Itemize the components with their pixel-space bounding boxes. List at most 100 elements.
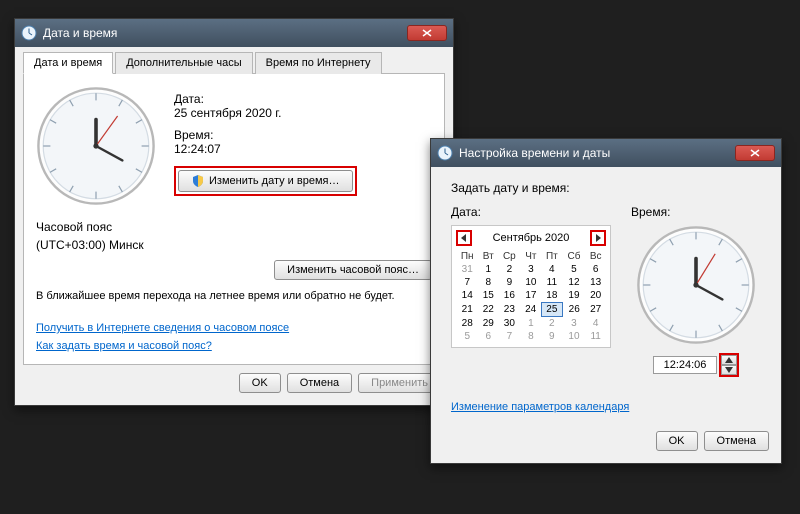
date-time-window: Дата и время Дата и время Дополнительные… [14, 18, 454, 406]
calendar-day[interactable]: 18 [541, 289, 562, 303]
prev-month-button[interactable] [456, 230, 472, 246]
ok-button[interactable]: OK [656, 431, 698, 451]
calendar-day[interactable]: 9 [541, 330, 562, 343]
link-calendar-settings[interactable]: Изменение параметров календаря [451, 401, 761, 413]
calendar-day[interactable]: 29 [478, 317, 498, 331]
calendar-dow: Вс [585, 250, 606, 263]
dst-note: В ближайшее время перехода на летнее вре… [36, 290, 432, 302]
calendar-day[interactable]: 13 [585, 276, 606, 289]
analog-clock [636, 225, 756, 345]
link-howto[interactable]: Как задать время и часовой пояс? [36, 340, 432, 352]
time-label: Время: [174, 128, 432, 142]
time-label: Время: [631, 205, 670, 219]
calendar-day[interactable]: 25 [541, 303, 562, 317]
date-label: Дата: [451, 205, 611, 219]
panel-datetime: Дата: 25 сентября 2020 г. Время: 12:24:0… [23, 74, 445, 365]
calendar-day[interactable]: 1 [478, 263, 498, 276]
calendar-day[interactable]: 14 [456, 289, 478, 303]
calendar-day[interactable]: 5 [563, 263, 586, 276]
calendar: Сентябрь 2020 ПнВтСрЧтПтСбВс 31123456789… [451, 225, 611, 348]
calendar-month[interactable]: Сентябрь 2020 [493, 232, 570, 244]
calendar-day[interactable]: 17 [521, 289, 542, 303]
calendar-day[interactable]: 7 [456, 276, 478, 289]
calendar-day[interactable]: 19 [563, 289, 586, 303]
time-spin-down[interactable] [721, 365, 737, 375]
dialog-buttons: OK Отмена [439, 423, 773, 455]
calendar-day[interactable]: 2 [541, 317, 562, 331]
calendar-day[interactable]: 27 [585, 303, 606, 317]
calendar-day[interactable]: 12 [563, 276, 586, 289]
title-text: Настройка времени и даты [459, 146, 735, 160]
dialog-buttons: OK Отмена Применить [23, 365, 445, 397]
shield-icon [191, 174, 205, 188]
prompt: Задать дату и время: [451, 181, 761, 195]
calendar-day[interactable]: 2 [498, 263, 521, 276]
calendar-dow: Вт [478, 250, 498, 263]
date-label: Дата: [174, 92, 432, 106]
calendar-day[interactable]: 3 [563, 317, 586, 331]
tabs: Дата и время Дополнительные часы Время п… [23, 51, 445, 74]
calendar-grid: ПнВтСрЧтПтСбВс 3112345678910111213141516… [456, 250, 606, 343]
close-button[interactable] [407, 25, 447, 41]
calendar-day[interactable]: 10 [521, 276, 542, 289]
change-timezone-button[interactable]: Изменить часовой пояс… [274, 260, 432, 280]
titlebar[interactable]: Настройка времени и даты [431, 139, 781, 167]
calendar-day[interactable]: 3 [521, 263, 542, 276]
clock-icon [437, 145, 453, 161]
calendar-day[interactable]: 4 [541, 263, 562, 276]
calendar-day[interactable]: 11 [585, 330, 606, 343]
tab-internet-time[interactable]: Время по Интернету [255, 52, 382, 74]
titlebar[interactable]: Дата и время [15, 19, 453, 47]
calendar-dow: Чт [521, 250, 542, 263]
title-text: Дата и время [43, 26, 407, 40]
calendar-day[interactable]: 4 [585, 317, 606, 331]
calendar-day[interactable]: 9 [498, 276, 521, 289]
calendar-day[interactable]: 20 [585, 289, 606, 303]
cancel-button[interactable]: Отмена [287, 373, 352, 393]
calendar-day[interactable]: 24 [521, 303, 542, 317]
highlight-change-datetime: Изменить дату и время… [174, 166, 357, 196]
time-spinner [719, 353, 739, 377]
clock-icon [21, 25, 37, 41]
ok-button[interactable]: OK [239, 373, 281, 393]
calendar-day[interactable]: 6 [478, 330, 498, 343]
calendar-dow: Пт [541, 250, 562, 263]
calendar-day[interactable]: 31 [456, 263, 478, 276]
timezone-label: Часовой пояс [36, 220, 432, 234]
change-datetime-button[interactable]: Изменить дату и время… [178, 170, 353, 192]
calendar-dow: Ср [498, 250, 521, 263]
calendar-day[interactable]: 16 [498, 289, 521, 303]
calendar-day[interactable]: 7 [498, 330, 521, 343]
datetime-settings-window: Настройка времени и даты Задать дату и в… [430, 138, 782, 464]
calendar-dow: Пн [456, 250, 478, 263]
calendar-day[interactable]: 5 [456, 330, 478, 343]
link-timezone-info[interactable]: Получить в Интернете сведения о часовом … [36, 322, 432, 334]
calendar-day[interactable]: 6 [585, 263, 606, 276]
tab-datetime[interactable]: Дата и время [23, 52, 113, 74]
calendar-dow: Сб [563, 250, 586, 263]
calendar-day[interactable]: 30 [498, 317, 521, 331]
calendar-day[interactable]: 1 [521, 317, 542, 331]
time-input[interactable] [653, 356, 717, 374]
close-button[interactable] [735, 145, 775, 161]
calendar-day[interactable]: 21 [456, 303, 478, 317]
calendar-day[interactable]: 26 [563, 303, 586, 317]
time-value: 12:24:07 [174, 142, 432, 156]
calendar-day[interactable]: 15 [478, 289, 498, 303]
apply-button[interactable]: Применить [358, 373, 441, 393]
calendar-day[interactable]: 23 [498, 303, 521, 317]
analog-clock [36, 86, 156, 206]
calendar-day[interactable]: 10 [563, 330, 586, 343]
calendar-day[interactable]: 11 [541, 276, 562, 289]
cancel-button[interactable]: Отмена [704, 431, 769, 451]
next-month-button[interactable] [590, 230, 606, 246]
calendar-day[interactable]: 8 [521, 330, 542, 343]
timezone-value: (UTC+03:00) Минск [36, 238, 432, 252]
calendar-day[interactable]: 8 [478, 276, 498, 289]
time-spin-up[interactable] [721, 355, 737, 365]
change-datetime-label: Изменить дату и время… [209, 175, 340, 187]
date-value: 25 сентября 2020 г. [174, 106, 432, 120]
tab-additional-clocks[interactable]: Дополнительные часы [115, 52, 252, 74]
calendar-day[interactable]: 22 [478, 303, 498, 317]
calendar-day[interactable]: 28 [456, 317, 478, 331]
